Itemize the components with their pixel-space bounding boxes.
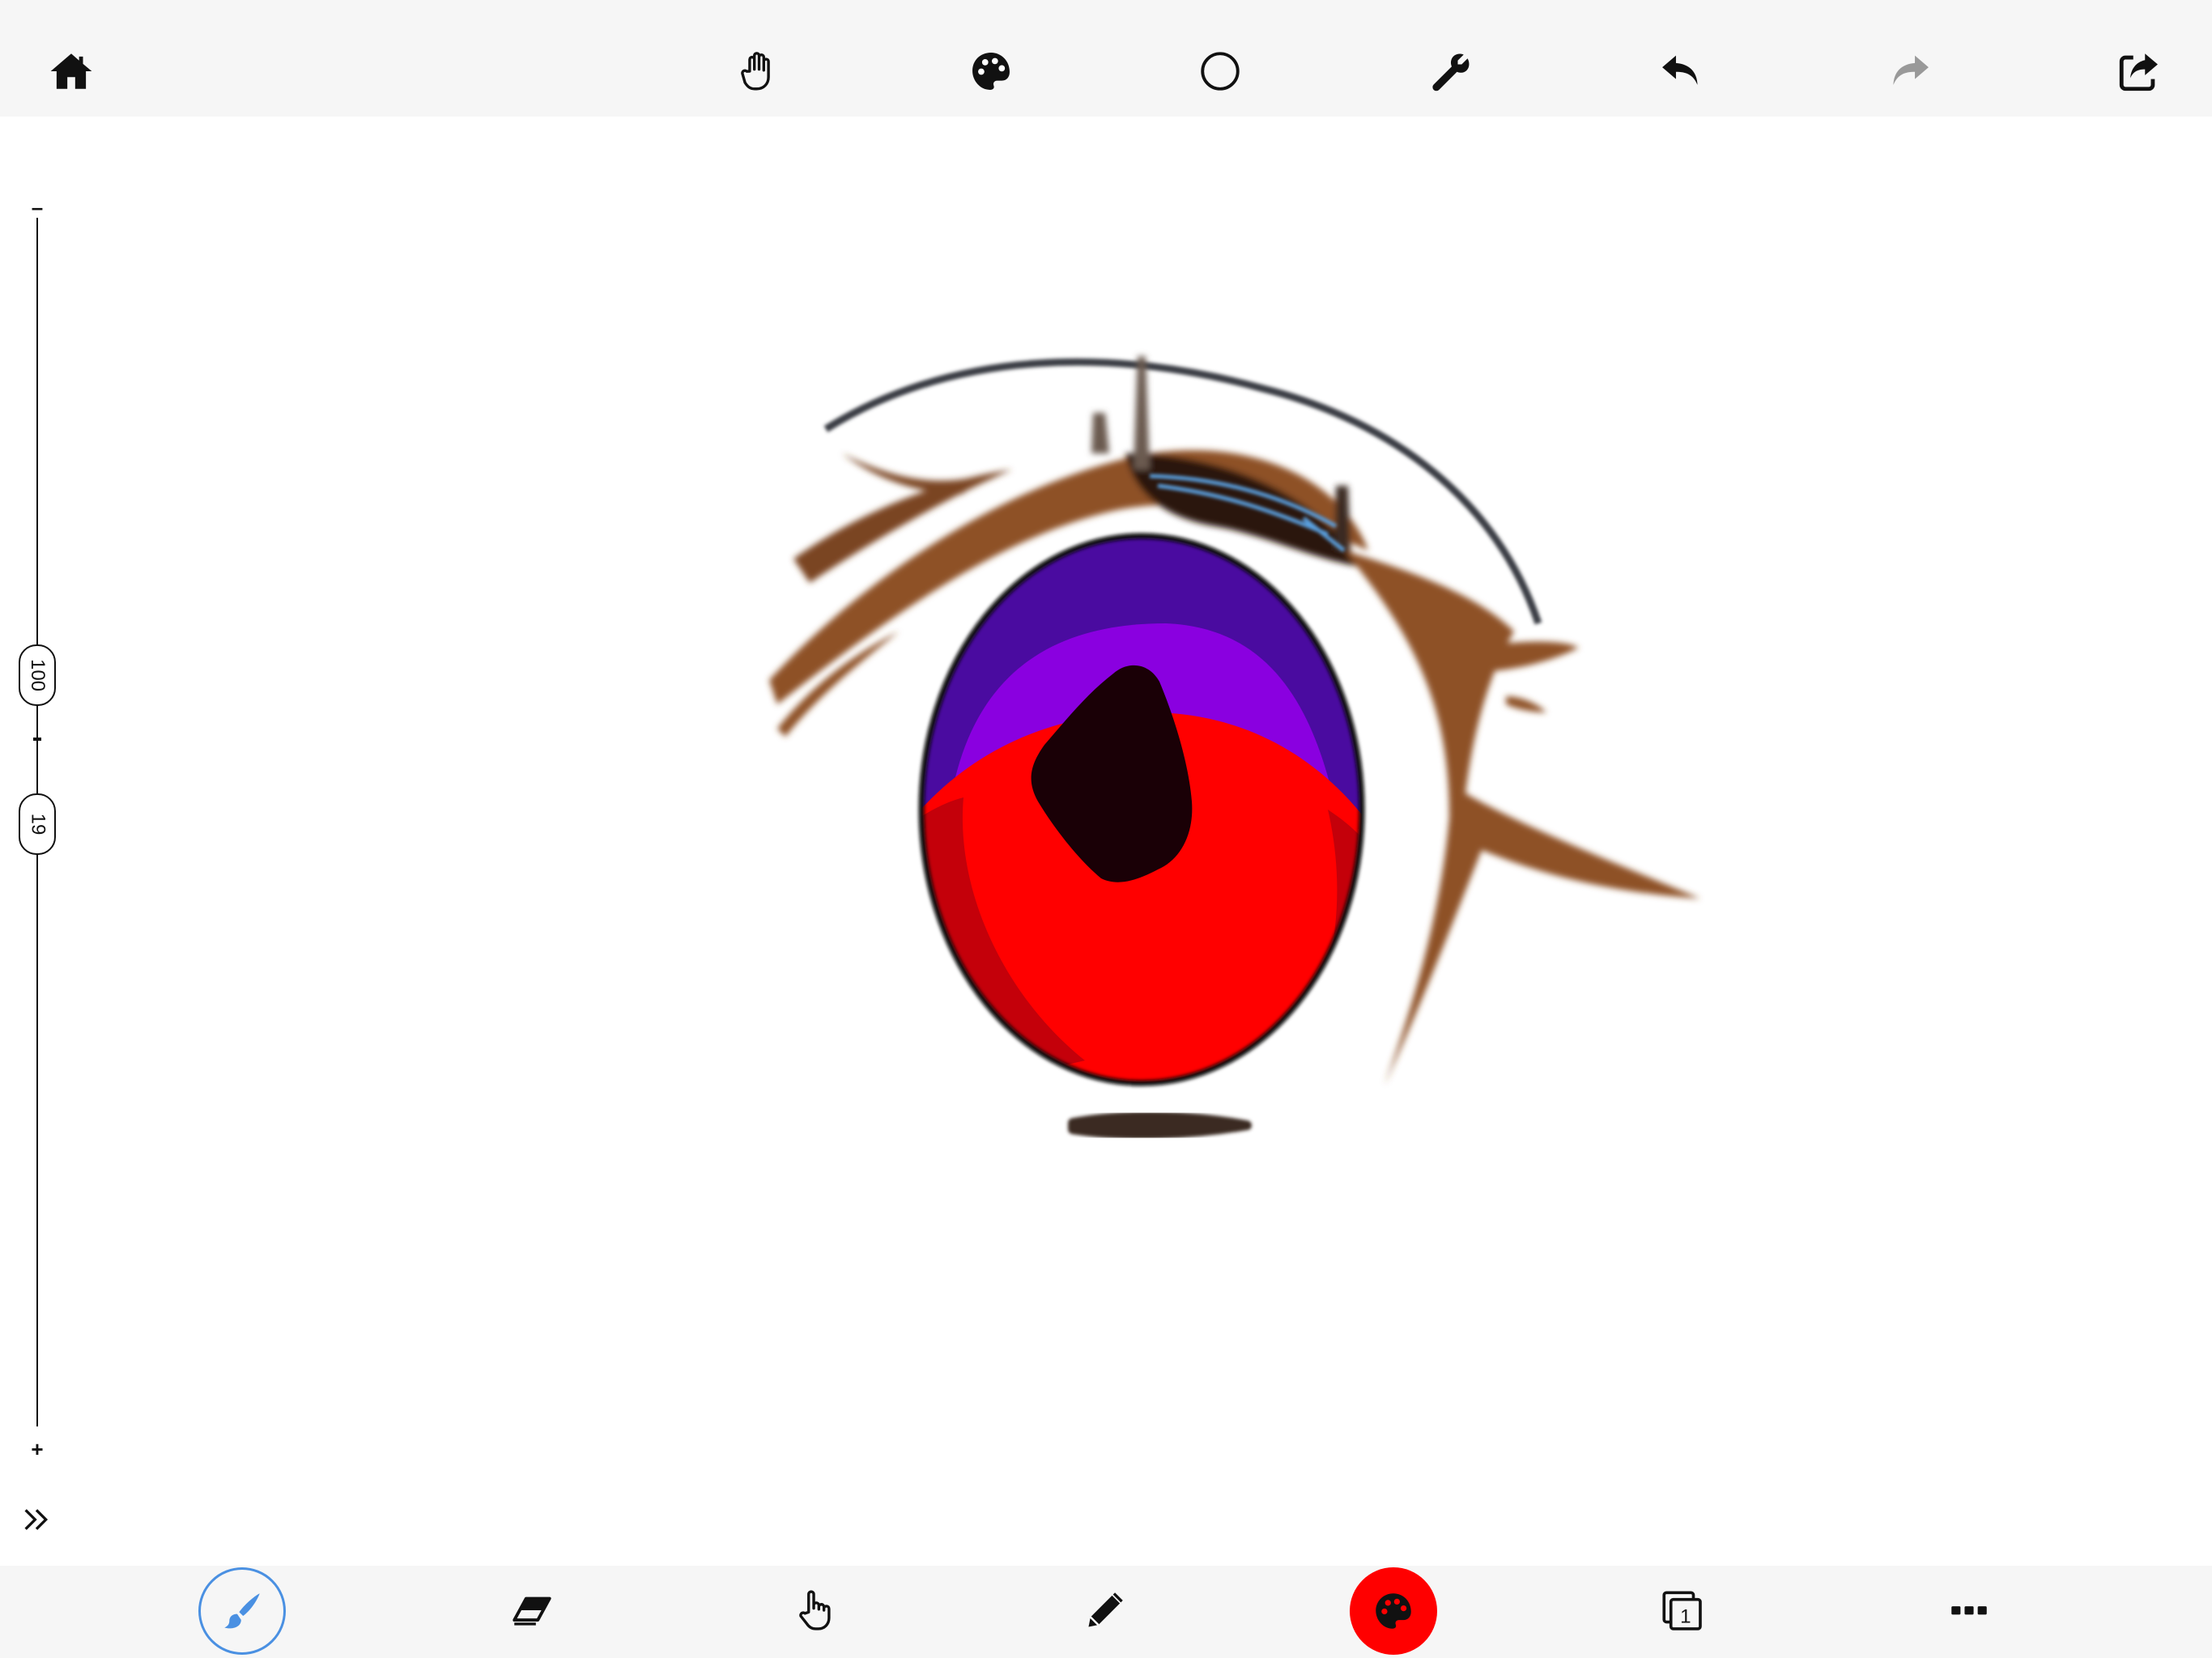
top-toolbar: [0, 0, 2212, 117]
redo-icon: [1893, 55, 1929, 85]
layers-icon: 1: [1662, 1591, 1702, 1630]
eraser-tool-button[interactable]: [487, 1566, 576, 1655]
brush-tool-button[interactable]: [198, 1567, 286, 1655]
redo-button[interactable]: [1881, 42, 1939, 100]
pencil-tool-button[interactable]: [1061, 1566, 1150, 1655]
slider-separator: [33, 738, 41, 741]
drawing-canvas[interactable]: [0, 117, 2212, 1566]
home-icon: [50, 53, 92, 89]
palette-icon: [972, 53, 1010, 90]
share-icon: [2119, 53, 2158, 91]
color-picker-button[interactable]: [1350, 1567, 1437, 1655]
circle-icon: [1201, 52, 1240, 91]
settings-button[interactable]: [1422, 42, 1480, 100]
double-chevron-right-icon: [24, 1509, 49, 1530]
bottom-toolbar: 1: [0, 1566, 2212, 1658]
finger-smudge-icon: [799, 1590, 831, 1630]
hand-icon: [741, 52, 770, 91]
smudge-tool-button[interactable]: [770, 1566, 859, 1655]
shape-button[interactable]: [1191, 42, 1249, 100]
share-button[interactable]: [2110, 42, 2168, 100]
brush-size-value: 100: [26, 658, 49, 692]
more-button[interactable]: [1925, 1566, 2014, 1655]
drawing-app: – 100 19 + 1: [0, 0, 2212, 1658]
slider-min-symbol: –: [27, 197, 48, 218]
slider-max-symbol: +: [27, 1439, 48, 1460]
brush-size-handle[interactable]: 100: [19, 644, 56, 706]
layers-button[interactable]: 1: [1637, 1566, 1726, 1655]
opacity-handle[interactable]: 19: [19, 793, 56, 855]
opacity-value: 19: [26, 813, 49, 835]
pencil-icon: [1088, 1592, 1123, 1627]
eraser-icon: [513, 1596, 551, 1626]
expand-panel-button[interactable]: [16, 1499, 57, 1540]
pan-button[interactable]: [730, 42, 789, 100]
undo-icon: [1662, 55, 1698, 85]
palette-button[interactable]: [962, 42, 1020, 100]
brush-icon: [224, 1593, 260, 1629]
eye-artwork: [769, 356, 1700, 1140]
home-button[interactable]: [42, 42, 100, 100]
layer-count: 1: [1680, 1606, 1691, 1628]
more-icon: [1951, 1606, 1987, 1615]
undo-button[interactable]: [1652, 42, 1710, 100]
wrench-icon: [1432, 53, 1470, 91]
color-palette-icon: [1376, 1593, 1411, 1629]
